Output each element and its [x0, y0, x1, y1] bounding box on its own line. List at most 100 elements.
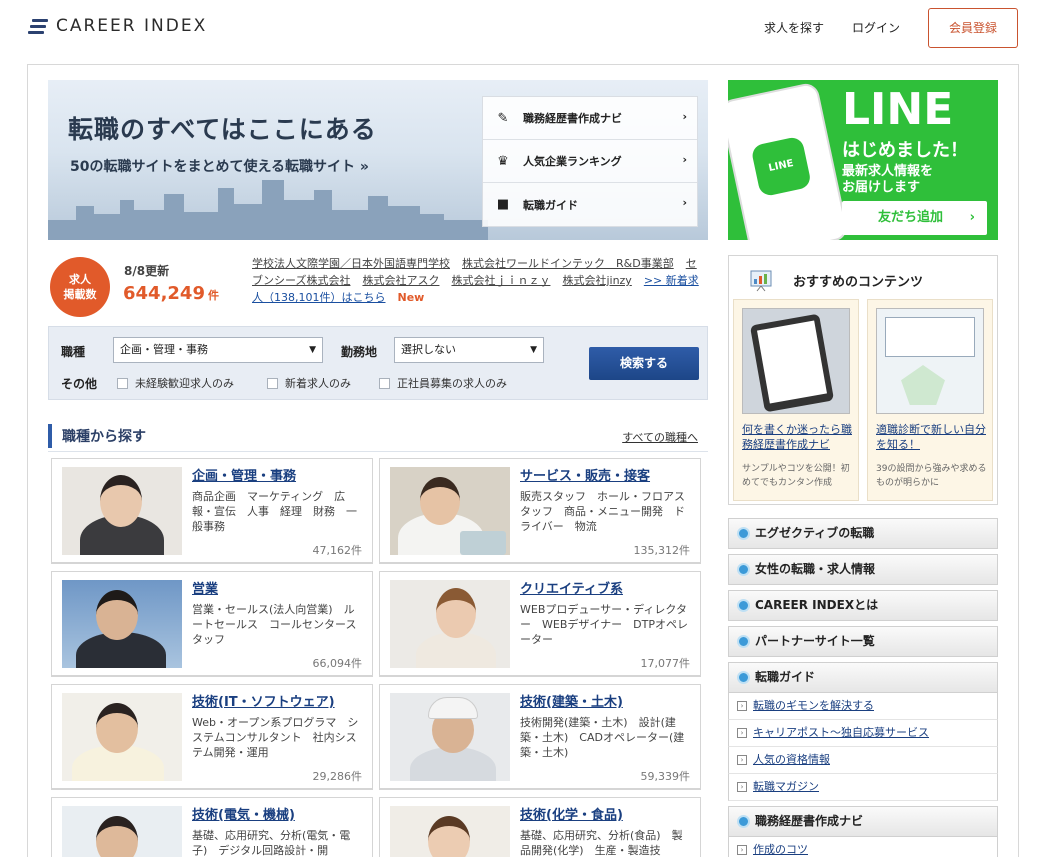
- category-name[interactable]: サービス・販売・接客: [520, 465, 650, 484]
- category-name[interactable]: 技術(化学・食品): [520, 804, 623, 823]
- company-link[interactable]: 株式会社ｊｉｎｚｙ: [451, 274, 550, 287]
- hero-subtitle[interactable]: 50の転職サイトをまとめて使える転職サイト »: [70, 156, 369, 176]
- category-count: 135,312件: [633, 544, 691, 557]
- category-desc: 技術開発(建築・土木) 設計(建築・土木) CADオペレーター(建築・土木): [520, 716, 685, 759]
- search-panel: 職種 企画・管理・事務 ▼ 勤務地 選択しない ▼ その他 未経験歓迎求人のみ …: [48, 326, 708, 400]
- new-tag: New: [397, 291, 425, 304]
- hero-menu-ranking[interactable]: ♛ 人気企業ランキング ›: [483, 140, 697, 183]
- job-type-select[interactable]: 企画・管理・事務 ▼: [113, 337, 323, 363]
- chevron-right-icon: ›: [682, 196, 687, 209]
- category-desc: 基礎、応用研究、分析(食品) 製品開発(化学) 生産・製造技: [520, 829, 683, 857]
- side-menu-resume-navi[interactable]: 職務経歴書作成ナビ: [728, 806, 998, 837]
- hero-menu-guide[interactable]: ■ 転職ガイド ›: [483, 183, 697, 226]
- category-name[interactable]: 企画・管理・事務: [192, 465, 296, 484]
- side-menu-executive[interactable]: エグゼクティブの転職: [728, 518, 998, 549]
- category-name[interactable]: 技術(電気・機械): [192, 804, 295, 823]
- navi-link[interactable]: › 作成のコツ: [728, 837, 998, 857]
- trophy-icon: ♛: [497, 153, 509, 169]
- reco-card-aptitude[interactable]: 適職診断で新しい自分を知る！ 39の設問から強みや求めるものが明らかに: [867, 299, 993, 501]
- checkbox-icon: [267, 377, 278, 389]
- category-photo: [62, 467, 182, 555]
- side-menu-women[interactable]: 女性の転職・求人情報: [728, 554, 998, 585]
- guide-link[interactable]: › 転職マガジン: [728, 774, 998, 801]
- side-menu-about[interactable]: CAREER INDEXとは: [728, 590, 998, 621]
- category-photo: [62, 693, 182, 781]
- logo-text: CAREER INDEX: [56, 16, 208, 36]
- company-link[interactable]: 株式会社ワールドインテック R&D事業部: [462, 257, 674, 270]
- category-desc: 商品企画 マーケティング 広報・宣伝 人事 経理 財務 一般事務: [192, 490, 357, 533]
- side-menu-guide[interactable]: 転職ガイド: [728, 662, 998, 693]
- category-card[interactable]: 技術(IT・ソフトウェア) Web・オープン系プログラマ システムコンサルタント…: [51, 684, 373, 790]
- presentation-icon: [750, 270, 772, 292]
- login-link[interactable]: ログイン: [852, 8, 900, 48]
- company-link[interactable]: 学校法人文際学園／日本外国語専門学校: [252, 257, 450, 270]
- category-name[interactable]: クリエイティブ系: [520, 578, 623, 597]
- add-friend-button[interactable]: 友だち追加 ›: [842, 201, 987, 235]
- hero-title: 転職のすべてはここにある: [68, 115, 377, 144]
- side-menu-label: パートナーサイト一覧: [755, 634, 875, 648]
- hero-menu: ✎ 職務経歴書作成ナビ › ♛ 人気企業ランキング › ■ 転職ガイド ›: [482, 96, 698, 227]
- phone-image: LINE: [728, 81, 850, 240]
- bullet-icon: [737, 527, 750, 540]
- recommended-contents: おすすめのコンテンツ 何を書くか迷ったら職務経歴書作成ナビ サンプルやコツを公開…: [728, 255, 998, 505]
- side-menu-label: 職務経歴書作成ナビ: [755, 814, 864, 828]
- guide-link[interactable]: › キャリアポスト〜独自応募サービス: [728, 720, 998, 747]
- bullet-icon: [737, 815, 750, 828]
- checkbox-fulltime[interactable]: 正社員募集の求人のみ: [379, 375, 507, 391]
- find-jobs-link[interactable]: 求人を探す: [764, 8, 824, 48]
- aptitude-chart-image: [876, 308, 984, 414]
- search-button[interactable]: 検索する: [589, 347, 699, 380]
- external-link-icon: ›: [737, 782, 747, 792]
- guide-link-label: 転職マガジン: [753, 780, 819, 793]
- category-name[interactable]: 技術(IT・ソフトウェア): [192, 691, 335, 710]
- category-card[interactable]: 営業 営業・セールス(法人向営業) ルートセールス コールセンタースタッフ 66…: [51, 571, 373, 677]
- book-icon: ■: [496, 197, 510, 212]
- guide-link[interactable]: › 人気の資格情報: [728, 747, 998, 774]
- reco-note: 39の設問から強みや求めるものが明らかに: [876, 464, 987, 488]
- category-name[interactable]: 営業: [192, 578, 218, 597]
- dropdown-arrow-icon: ▼: [309, 345, 316, 355]
- side-menu-partners[interactable]: パートナーサイト一覧: [728, 626, 998, 657]
- category-card[interactable]: 企画・管理・事務 商品企画 マーケティング 広報・宣伝 人事 経理 財務 一般事…: [51, 458, 373, 564]
- hero-banner[interactable]: 転職のすべてはここにある 50の転職サイトをまとめて使える転職サイト » ✎ 職…: [48, 80, 708, 240]
- bullet-icon: [737, 671, 750, 684]
- category-photo: [390, 580, 510, 668]
- line-title: LINE: [842, 84, 954, 135]
- badge-line-2: 掲載数: [63, 288, 97, 301]
- hero-menu-label: 転職ガイド: [523, 198, 578, 212]
- job-count-badge: 求人 掲載数: [50, 257, 110, 317]
- category-card[interactable]: クリエイティブ系 WEBプロデューサー・ディレクター WEBデザイナー DTPオ…: [379, 571, 701, 677]
- category-name[interactable]: 技術(建築・土木): [520, 691, 623, 710]
- category-photo: [390, 467, 510, 555]
- location-label: 勤務地: [341, 345, 378, 359]
- external-link-icon: ›: [737, 755, 747, 765]
- category-card[interactable]: サービス・販売・接客 販売スタッフ ホール・フロアスタッフ 商品・メニュー開発 …: [379, 458, 701, 564]
- category-card[interactable]: 技術(電気・機械) 基礎、応用研究、分析(電気・電子) デジタル回路設計・開: [51, 797, 373, 857]
- guide-link[interactable]: › 転職のギモンを解決する: [728, 693, 998, 720]
- reco-link[interactable]: 適職診断で新しい自分を知る！: [876, 422, 988, 452]
- location-value: 選択しない: [401, 343, 456, 356]
- side-menu-label: 女性の転職・求人情報: [755, 562, 876, 576]
- reco-link[interactable]: 何を書くか迷ったら職務経歴書作成ナビ: [742, 422, 854, 452]
- register-button[interactable]: 会員登録: [928, 8, 1018, 48]
- company-link[interactable]: 株式会社jinzy: [562, 274, 631, 287]
- location-select[interactable]: 選択しない ▼: [394, 337, 544, 363]
- hero-menu-resume-navi[interactable]: ✎ 職務経歴書作成ナビ ›: [483, 97, 697, 140]
- checkbox-icon: [379, 377, 390, 389]
- company-link[interactable]: 株式会社アスク: [362, 274, 439, 287]
- line-desc-2: お届けします: [842, 180, 921, 195]
- line-description: 最新求人情報を お届けします: [842, 164, 933, 196]
- checkbox-inexperienced[interactable]: 未経験歓迎求人のみ: [117, 375, 234, 391]
- category-card[interactable]: 技術(化学・食品) 基礎、応用研究、分析(食品) 製品開発(化学) 生産・製造技: [379, 797, 701, 857]
- hero-menu-label: 職務経歴書作成ナビ: [523, 112, 622, 125]
- category-count: 59,339件: [640, 770, 691, 783]
- reco-card-resume[interactable]: 何を書くか迷ったら職務経歴書作成ナビ サンプルやコツを公開！初めてでもカンタン作…: [733, 299, 859, 501]
- all-categories-link[interactable]: すべての職種へ: [622, 429, 698, 445]
- category-card[interactable]: 技術(建築・土木) 技術開発(建築・土木) 設計(建築・土木) CADオペレータ…: [379, 684, 701, 790]
- line-banner[interactable]: LINE LINE はじめました！ 最新求人情報を お届けします 友だち追加 ›: [728, 80, 998, 240]
- navi-link-label: 作成のコツ: [753, 843, 808, 856]
- chevron-right-icon: ›: [969, 210, 975, 225]
- checkbox-icon: [117, 377, 128, 389]
- checkbox-new[interactable]: 新着求人のみ: [267, 375, 351, 391]
- site-logo[interactable]: CAREER INDEX: [28, 16, 207, 36]
